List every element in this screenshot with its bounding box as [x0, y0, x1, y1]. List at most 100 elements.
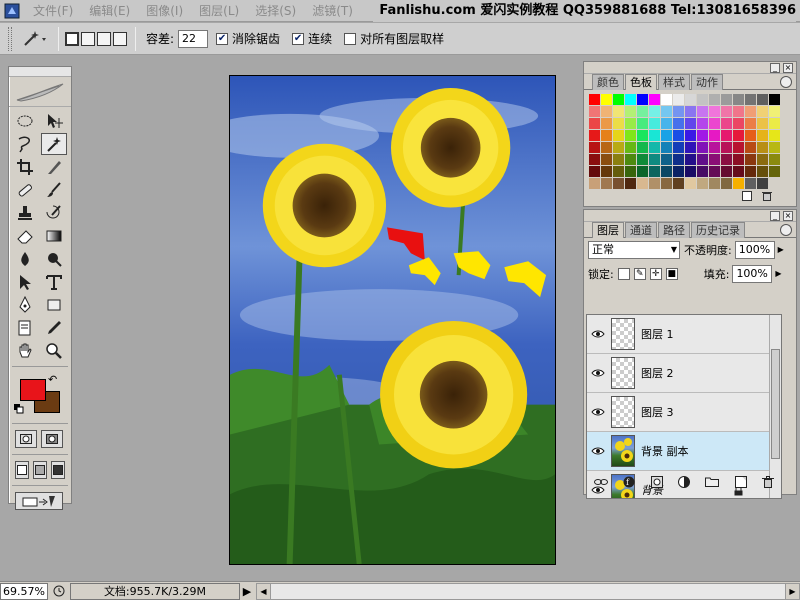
- color-swatch[interactable]: [601, 166, 613, 178]
- layer-row[interactable]: 图层 1: [587, 315, 769, 354]
- layer-row[interactable]: 背景 副本: [587, 432, 769, 471]
- color-swatch[interactable]: [637, 178, 649, 190]
- color-swatch[interactable]: [709, 118, 721, 130]
- layer-style-icon[interactable]: f: [623, 476, 635, 491]
- new-layer-icon[interactable]: [734, 475, 747, 491]
- eraser-tool-icon[interactable]: [12, 225, 38, 247]
- color-swatch[interactable]: [589, 106, 601, 118]
- color-swatch[interactable]: [625, 166, 637, 178]
- color-swatch[interactable]: [733, 130, 745, 142]
- color-swatch[interactable]: [733, 94, 745, 106]
- color-swatch[interactable]: [745, 118, 757, 130]
- color-swatch[interactable]: [661, 166, 673, 178]
- visibility-eye-icon[interactable]: [587, 329, 609, 339]
- color-swatch[interactable]: [697, 166, 709, 178]
- color-swatch[interactable]: [709, 94, 721, 106]
- color-swatch[interactable]: [745, 154, 757, 166]
- new-selection-button[interactable]: [65, 31, 79, 46]
- color-swatch[interactable]: [721, 106, 733, 118]
- color-swatch[interactable]: [769, 106, 781, 118]
- marquee-tool-icon[interactable]: [12, 110, 38, 132]
- add-to-selection-button[interactable]: [81, 31, 95, 46]
- color-swatch[interactable]: [637, 106, 649, 118]
- color-swatch[interactable]: [661, 106, 673, 118]
- opacity-slider-arrow[interactable]: ▶: [775, 241, 787, 259]
- menu-item[interactable]: 文件(F): [25, 0, 81, 22]
- color-swatch[interactable]: [697, 130, 709, 142]
- quick-mask-mode-button[interactable]: [41, 430, 63, 448]
- menu-item[interactable]: 图层(L): [191, 0, 247, 22]
- menu-item[interactable]: 图像(I): [138, 0, 191, 22]
- color-swatch[interactable]: [745, 166, 757, 178]
- tab-layers_palette-2[interactable]: 路径: [658, 222, 690, 238]
- color-swatch[interactable]: [697, 154, 709, 166]
- layer-thumbnail[interactable]: [611, 357, 635, 389]
- swap-colors-icon[interactable]: ↶: [48, 373, 57, 386]
- color-swatch[interactable]: [673, 154, 685, 166]
- color-swatch[interactable]: [589, 166, 601, 178]
- color-swatch[interactable]: [601, 94, 613, 106]
- tab-swatches_palette-0[interactable]: 颜色: [592, 74, 624, 90]
- tab-layers_palette-3[interactable]: 历史记录: [691, 222, 745, 238]
- color-swatch[interactable]: [673, 142, 685, 154]
- color-swatch[interactable]: [589, 118, 601, 130]
- color-swatch[interactable]: [625, 118, 637, 130]
- visibility-eye-icon[interactable]: [587, 446, 609, 456]
- blend-mode-select[interactable]: 正常: [588, 241, 680, 259]
- visibility-eye-icon[interactable]: [587, 407, 609, 417]
- pen-tool-icon[interactable]: [12, 294, 38, 316]
- color-swatch[interactable]: [613, 154, 625, 166]
- jump-to-imageready-button[interactable]: [15, 492, 63, 510]
- default-colors-icon[interactable]: [14, 403, 24, 417]
- color-swatch[interactable]: [769, 118, 781, 130]
- path-selection-tool-icon[interactable]: [12, 271, 38, 293]
- color-swatch[interactable]: [757, 166, 769, 178]
- standard-mode-button[interactable]: [15, 430, 37, 448]
- color-swatch[interactable]: [673, 106, 685, 118]
- color-swatch[interactable]: [721, 166, 733, 178]
- color-swatch[interactable]: [613, 118, 625, 130]
- horizontal-scrollbar[interactable]: ◀ ▶: [256, 582, 800, 600]
- color-swatch[interactable]: [649, 118, 661, 130]
- blur-tool-icon[interactable]: [12, 248, 38, 270]
- hand-tool-icon[interactable]: [12, 340, 38, 362]
- layer-thumbnail[interactable]: [611, 435, 635, 467]
- delete-swatch-icon[interactable]: [762, 190, 772, 204]
- tab-layers_palette-1[interactable]: 通道: [625, 222, 657, 238]
- color-swatch[interactable]: [745, 130, 757, 142]
- contiguous-checkbox[interactable]: ✔: [292, 32, 305, 45]
- color-swatch[interactable]: [613, 94, 625, 106]
- color-swatch[interactable]: [733, 178, 745, 190]
- tab-swatches_palette-3[interactable]: 动作: [691, 74, 723, 90]
- color-swatch[interactable]: [709, 178, 721, 190]
- color-swatch[interactable]: [733, 166, 745, 178]
- intersect-selection-button[interactable]: [113, 31, 127, 46]
- tab-layers_palette-0[interactable]: 图层: [592, 222, 624, 238]
- color-swatch[interactable]: [673, 178, 685, 190]
- color-swatch[interactable]: [589, 178, 601, 190]
- color-swatch[interactable]: [649, 106, 661, 118]
- feather-logo-icon[interactable]: [9, 77, 71, 107]
- color-swatch[interactable]: [613, 178, 625, 190]
- document-canvas[interactable]: [229, 75, 556, 565]
- subtract-from-selection-button[interactable]: [97, 31, 111, 46]
- color-swatch[interactable]: [601, 154, 613, 166]
- slice-tool-icon[interactable]: [41, 156, 67, 178]
- color-swatch[interactable]: [709, 130, 721, 142]
- color-swatch[interactable]: [601, 130, 613, 142]
- color-swatch[interactable]: [733, 106, 745, 118]
- color-swatch[interactable]: [697, 118, 709, 130]
- color-swatch[interactable]: [757, 130, 769, 142]
- opacity-field[interactable]: 100%: [734, 241, 775, 259]
- color-swatch[interactable]: [709, 154, 721, 166]
- color-swatch[interactable]: [721, 94, 733, 106]
- color-swatch[interactable]: [745, 142, 757, 154]
- color-swatch[interactable]: [733, 118, 745, 130]
- link-layers-icon[interactable]: [593, 476, 608, 490]
- eyedropper-tool-icon[interactable]: [41, 317, 67, 339]
- color-swatch[interactable]: [637, 142, 649, 154]
- new-group-icon[interactable]: [705, 476, 720, 490]
- color-swatch[interactable]: [613, 130, 625, 142]
- color-swatch[interactable]: [637, 154, 649, 166]
- tab-swatches_palette-1[interactable]: 色板: [625, 74, 657, 90]
